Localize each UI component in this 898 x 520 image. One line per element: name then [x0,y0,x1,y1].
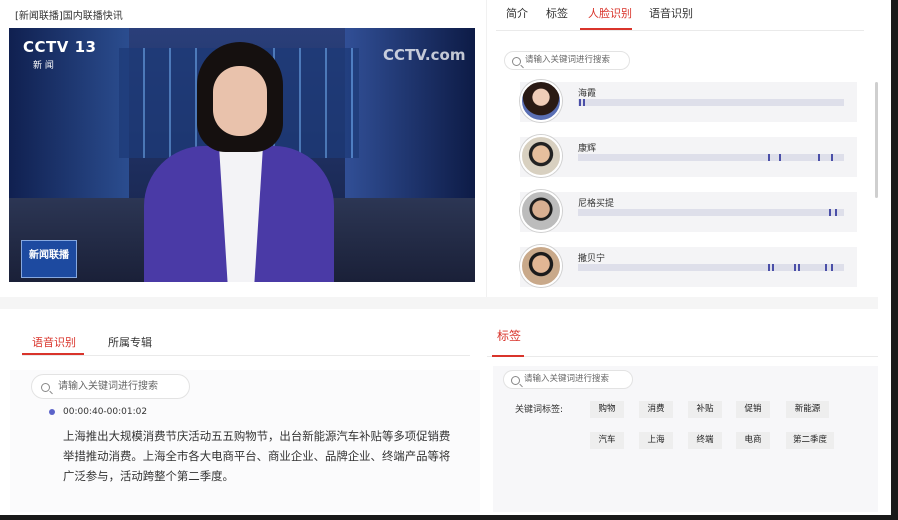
tag-panel-divider [487,356,878,357]
anchor-face [213,66,267,136]
bottom-tab-bar: 语音识别 所属专辑 [22,330,470,356]
face-name: 海霞 [578,89,597,99]
timeline-mark[interactable] [779,154,781,161]
face-card[interactable]: 海霞 [520,80,857,122]
window-edge-right [891,0,898,520]
tag-search-placeholder: 请输入关键词进行搜索 [524,374,610,384]
timeline-dot [49,409,55,415]
timeline-mark[interactable] [831,264,833,271]
search-icon [511,376,520,385]
face-card[interactable]: 撒贝宁 [520,245,857,287]
timeline-mark[interactable] [829,209,831,216]
face-card[interactable]: 康辉 [520,135,857,177]
column-divider [486,0,487,297]
tab-speech-recognition-bottom[interactable]: 语音识别 [32,334,76,350]
face-avatar [520,245,562,287]
tag-chip[interactable]: 第二季度 [786,432,834,449]
face-avatar [520,190,562,232]
timeline-mark[interactable] [798,264,800,271]
face-timeline [578,209,844,216]
face-list-scrollbar[interactable] [875,82,878,198]
channel-logo: CCTV 13 [23,38,97,56]
timeline-mark[interactable] [835,209,837,216]
tab-intro[interactable]: 简介 [506,5,528,21]
face-name: 康辉 [578,144,597,154]
page-title: [新闻联播]国内联播快讯 [15,11,123,22]
tag-chip[interactable]: 终端 [688,432,722,449]
timeline-mark[interactable] [768,154,770,161]
tag-chip[interactable]: 购物 [590,401,624,418]
tab-face-recognition[interactable]: 人脸识别 [588,5,632,21]
cctv-watermark: CCTV.com [383,46,466,64]
active-tab-underline [580,28,632,30]
timeline-mark[interactable] [583,99,585,106]
tab-speech-recognition[interactable]: 语音识别 [649,5,693,21]
tag-chip[interactable]: 上海 [639,432,673,449]
timeline-mark[interactable] [794,264,796,271]
timeline-mark[interactable] [768,264,770,271]
tab-tags[interactable]: 标签 [546,5,568,21]
tag-chip[interactable]: 汽车 [590,432,624,449]
timeline-mark[interactable] [825,264,827,271]
active-tab-underline [22,353,84,355]
search-icon [41,383,50,392]
face-timeline [578,154,844,161]
tag-panel-title: 标签 [497,329,522,343]
tag-chip[interactable]: 消费 [639,401,673,418]
timeline-mark[interactable] [772,264,774,271]
tag-chip[interactable]: 促销 [736,401,770,418]
face-search-placeholder: 请输入关键词进行搜索 [525,55,611,65]
face-avatar [520,80,562,122]
speech-search-input[interactable]: 请输入关键词进行搜索 [31,374,190,399]
face-card[interactable]: 尼格买提 [520,190,857,232]
face-name: 撒贝宁 [578,254,606,264]
tag-chip[interactable]: 补贴 [688,401,722,418]
tag-title-underline [492,355,524,357]
tag-chip[interactable]: 电商 [736,432,770,449]
face-timeline [578,99,844,106]
speech-transcript: 上海推出大规模消费节庆活动五五购物节，出台新能源汽车补贴等多项促销费举措推动消费… [63,429,451,483]
timeline-mark[interactable] [818,154,820,161]
video-player[interactable]: CCTV 13 新 闻 CCTV.com 新闻联播 [9,28,475,282]
tag-chip[interactable]: 新能源 [786,401,829,418]
face-timeline [578,264,844,271]
channel-sub-logo: 新 闻 [33,61,54,71]
tag-search-input[interactable]: 请输入关键词进行搜索 [503,370,633,389]
tab-album[interactable]: 所属专辑 [108,334,152,350]
program-badge: 新闻联播 [21,240,77,278]
speech-search-placeholder: 请输入关键词进行搜索 [58,381,158,392]
face-name: 尼格买提 [578,199,615,209]
keyword-tags-label: 关键词标签: [515,405,564,415]
search-icon [512,57,521,66]
top-tab-bar: 简介 标签 人脸识别 语音识别 [496,0,864,31]
timeline-mark[interactable] [831,154,833,161]
face-search-input[interactable]: 请输入关键词进行搜索 [504,51,630,70]
window-edge-bottom [0,515,898,520]
face-avatar [520,135,562,177]
timeline-mark[interactable] [579,99,581,106]
speech-time-range[interactable]: 00:00:40-00:01:02 [63,407,147,417]
section-separator [0,297,878,309]
